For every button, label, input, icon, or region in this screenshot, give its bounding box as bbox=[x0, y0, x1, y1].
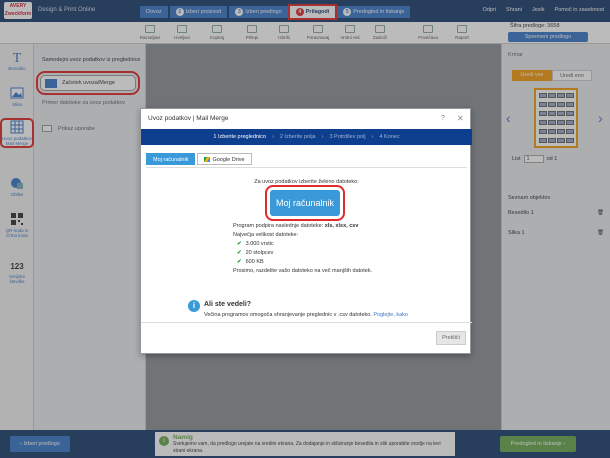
formats-value: xls, xlsx, csv bbox=[324, 223, 359, 229]
chevron-right-icon: › bbox=[371, 134, 374, 140]
tab-label: Google Drive bbox=[212, 157, 245, 163]
info-icon: i bbox=[188, 300, 200, 312]
limit-value: 3.000 vrstic bbox=[245, 241, 274, 247]
tab-my-computer[interactable]: Moj računalnik bbox=[146, 153, 196, 165]
formats-line: Program podpira naslednje datoteke: xls,… bbox=[233, 222, 372, 231]
check-icon: ✔ bbox=[237, 259, 242, 265]
tip-link[interactable]: Poglejte, kako bbox=[373, 312, 408, 318]
formats-label: Program podpira naslednje datoteke: bbox=[233, 223, 324, 229]
cancel-button[interactable]: Prekliči bbox=[436, 331, 466, 345]
split-note: Prosimo, razdelite vašo datoteko na več … bbox=[233, 268, 373, 274]
divider bbox=[141, 322, 472, 323]
divider bbox=[146, 167, 467, 168]
check-icon: ✔ bbox=[237, 250, 242, 256]
chevron-right-icon: › bbox=[321, 134, 324, 140]
dialog-step-3: 3 Potrdilev polj bbox=[329, 134, 366, 140]
select-prompt: Za uvoz podatkov izberite želeno datotek… bbox=[254, 179, 359, 185]
close-icon[interactable]: ✕ bbox=[457, 114, 464, 123]
max-size-label: Največja velikost datoteke: bbox=[233, 232, 299, 238]
dialog-steps: 1 Izberite preglednico › 2 Izberite polja… bbox=[141, 129, 472, 145]
limit-value: 600 KB bbox=[245, 259, 264, 265]
dialog-step-1: 1 Izberite preglednico bbox=[213, 134, 266, 140]
limit-row: ✔ 600 KB bbox=[233, 258, 372, 267]
tip-body: Večina programov omogoča shranjevanje pr… bbox=[204, 312, 408, 318]
check-icon: ✔ bbox=[237, 241, 242, 247]
dialog-step-2: 2 Izberite polja bbox=[279, 134, 316, 140]
dialog-title: Uvoz podatkov | Mail Merge bbox=[148, 115, 229, 122]
limit-row: ✔ 3.000 vrstic bbox=[233, 240, 372, 249]
file-requirements: Program podpira naslednje datoteke: xls,… bbox=[233, 222, 372, 276]
dialog-step-4: 4 Konec bbox=[379, 134, 400, 140]
help-icon[interactable]: ? bbox=[441, 115, 445, 122]
google-drive-icon bbox=[204, 157, 211, 163]
limit-row: ✔ 20 stolpcev bbox=[233, 249, 372, 258]
chevron-right-icon: › bbox=[272, 134, 274, 140]
tip-title: Ali ste vedeli? bbox=[204, 301, 252, 308]
my-computer-button[interactable]: Moj računalnik bbox=[265, 185, 345, 221]
tab-google-drive[interactable]: Google Drive bbox=[197, 153, 252, 165]
mailmerge-dialog: Uvoz podatkov | Mail Merge ? ✕ 1 Izberit… bbox=[140, 108, 472, 354]
source-tabs: Moj računalnik Google Drive bbox=[146, 153, 252, 165]
limit-value: 20 stolpcev bbox=[245, 250, 274, 256]
tip-text: Večina programov omogoča shranjevanje pr… bbox=[204, 312, 372, 318]
